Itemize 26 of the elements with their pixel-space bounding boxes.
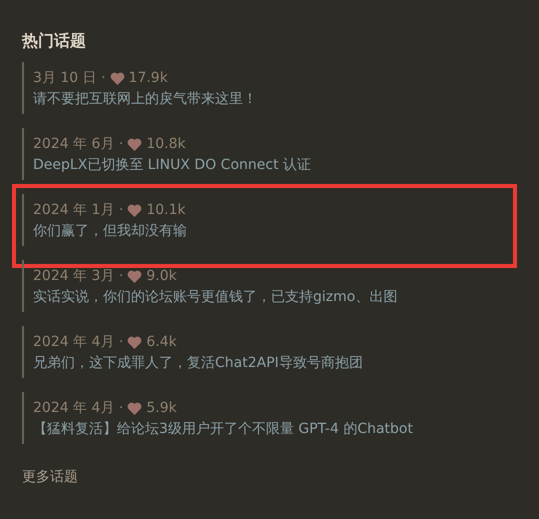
- topic-link[interactable]: 实话实说，你们的论坛账号更值钱了，已支持gizmo、出图: [33, 287, 502, 308]
- heart-icon: [127, 336, 142, 349]
- heart-icon: [127, 402, 142, 415]
- heart-icon: [127, 204, 142, 217]
- like-count: 10.8k: [146, 135, 186, 154]
- topic-link[interactable]: 兄弟们，这下成罪人了，复活Chat2API导致号商抱团: [33, 353, 502, 374]
- heart-icon: [110, 72, 125, 85]
- section-title: 热门话题: [22, 30, 87, 52]
- like-count: 5.9k: [146, 399, 177, 418]
- topic-date: 2024 年 3月 ·: [33, 267, 124, 286]
- topic-date: 3月 10 日 ·: [33, 69, 106, 88]
- like-count: 17.9k: [128, 69, 168, 88]
- heart-icon: [127, 270, 142, 283]
- topic-link[interactable]: 你们赢了，但我却没有输: [33, 221, 502, 242]
- topic-link[interactable]: 【猛料复活】给论坛3级用户开了个不限量 GPT-4 的Chatbot: [33, 419, 502, 440]
- like-count: 9.0k: [146, 267, 177, 286]
- topic-link[interactable]: DeepLX已切换至 LINUX DO Connect 认证: [33, 155, 502, 176]
- more-topics-link[interactable]: 更多话题: [22, 468, 78, 486]
- topic-date: 2024 年 6月 ·: [33, 135, 124, 154]
- topic-date: 2024 年 4月 ·: [33, 333, 124, 352]
- like-count: 6.4k: [146, 333, 177, 352]
- topic-date: 2024 年 4月 ·: [33, 399, 124, 418]
- like-count: 10.1k: [146, 201, 186, 220]
- heart-icon: [127, 138, 142, 151]
- topic-date: 2024 年 1月 ·: [33, 201, 124, 220]
- topic-link[interactable]: 请不要把互联网上的戾气带来这里！: [33, 89, 502, 110]
